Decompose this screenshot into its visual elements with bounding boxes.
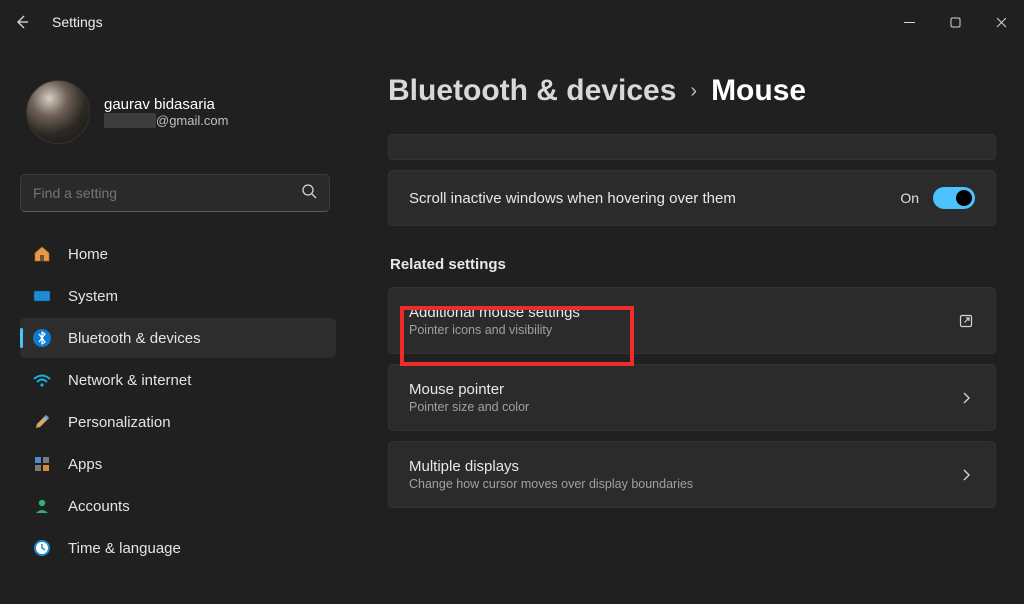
search-icon — [301, 183, 317, 204]
related-title: Multiple displays — [409, 458, 693, 475]
search-input[interactable] — [33, 185, 301, 201]
nav-label: Bluetooth & devices — [68, 330, 201, 347]
minimize-button[interactable] — [886, 4, 932, 40]
sidebar-item-home[interactable]: Home — [20, 234, 336, 274]
titlebar: Settings — [0, 0, 1024, 44]
wifi-icon — [32, 370, 52, 390]
related-title: Mouse pointer — [409, 381, 529, 398]
system-icon — [32, 286, 52, 306]
apps-icon — [32, 454, 52, 474]
related-sub: Change how cursor moves over display bou… — [409, 477, 693, 491]
sidebar-item-apps[interactable]: Apps — [20, 444, 336, 484]
bluetooth-icon — [32, 328, 52, 348]
home-icon — [32, 244, 52, 264]
sidebar-item-bluetooth[interactable]: Bluetooth & devices — [20, 318, 336, 358]
related-sub: Pointer size and color — [409, 400, 529, 414]
back-button[interactable] — [12, 12, 32, 32]
related-sub: Pointer icons and visibility — [409, 323, 580, 337]
clock-icon — [32, 538, 52, 558]
toggle-switch[interactable] — [933, 187, 975, 209]
setting-label: Scroll inactive windows when hovering ov… — [409, 190, 736, 207]
chevron-right-icon — [957, 389, 975, 407]
maximize-button[interactable] — [932, 4, 978, 40]
nav-label: Network & internet — [68, 372, 191, 389]
sidebar-item-network[interactable]: Network & internet — [20, 360, 336, 400]
user-name: gaurav bidasaria — [104, 96, 228, 113]
related-additional-mouse-settings[interactable]: Additional mouse settings Pointer icons … — [388, 287, 996, 354]
related-title: Additional mouse settings — [409, 304, 580, 321]
nav-label: Apps — [68, 456, 102, 473]
related-multiple-displays[interactable]: Multiple displays Change how cursor move… — [388, 441, 996, 508]
nav-label: Home — [68, 246, 108, 263]
nav: Home System Bluetooth & devices Network … — [20, 234, 336, 568]
open-external-icon — [957, 312, 975, 330]
user-profile[interactable]: gaurav bidasaria xxxxxxxx@gmail.com — [26, 80, 336, 144]
user-email: xxxxxxxx@gmail.com — [104, 113, 228, 128]
setting-scroll-inactive[interactable]: Scroll inactive windows when hovering ov… — [388, 170, 996, 226]
main: Bluetooth & devices › Mouse Scroll inact… — [346, 44, 1024, 604]
accounts-icon — [32, 496, 52, 516]
window-controls — [886, 4, 1024, 40]
nav-label: Personalization — [68, 414, 171, 431]
breadcrumb-current: Mouse — [711, 74, 806, 108]
breadcrumb: Bluetooth & devices › Mouse — [388, 74, 996, 108]
brush-icon — [32, 412, 52, 432]
chevron-right-icon: › — [690, 80, 697, 103]
sidebar: gaurav bidasaria xxxxxxxx@gmail.com Home… — [0, 44, 346, 604]
nav-label: System — [68, 288, 118, 305]
nav-label: Time & language — [68, 540, 181, 557]
setting-card-placeholder[interactable] — [388, 134, 996, 160]
nav-label: Accounts — [68, 498, 130, 515]
sidebar-item-system[interactable]: System — [20, 276, 336, 316]
app-name: Settings — [52, 14, 103, 30]
chevron-right-icon — [957, 466, 975, 484]
search-box[interactable] — [20, 174, 330, 212]
avatar — [26, 80, 90, 144]
section-heading: Related settings — [390, 256, 996, 273]
sidebar-item-accounts[interactable]: Accounts — [20, 486, 336, 526]
close-button[interactable] — [978, 4, 1024, 40]
toggle-state-label: On — [900, 190, 919, 206]
sidebar-item-personalization[interactable]: Personalization — [20, 402, 336, 442]
sidebar-item-time[interactable]: Time & language — [20, 528, 336, 568]
related-mouse-pointer[interactable]: Mouse pointer Pointer size and color — [388, 364, 996, 431]
breadcrumb-parent[interactable]: Bluetooth & devices — [388, 74, 676, 108]
